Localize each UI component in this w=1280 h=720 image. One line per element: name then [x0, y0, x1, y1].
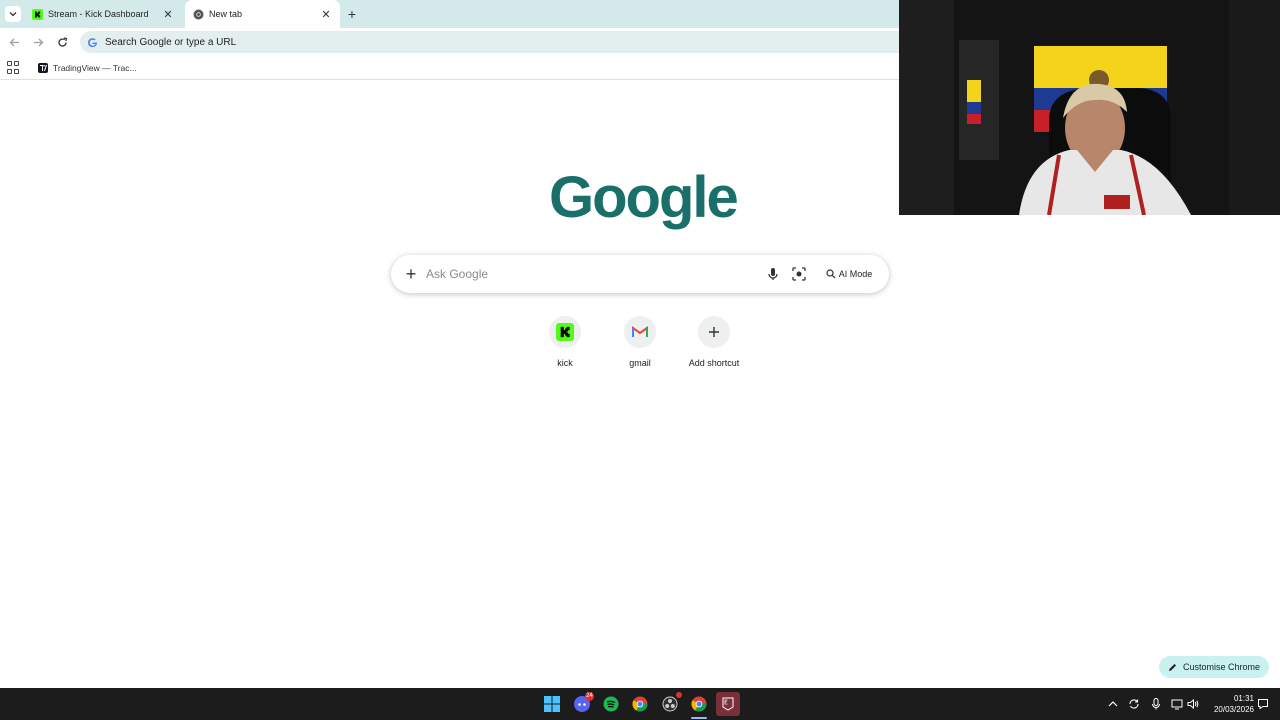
plus-icon: +	[347, 6, 357, 22]
search-input[interactable]	[426, 265, 746, 283]
close-icon[interactable]: ✕	[318, 6, 334, 22]
new-tab-button[interactable]: +	[344, 6, 360, 22]
windows-start-icon[interactable]	[540, 692, 564, 716]
ai-mode-label: AI Mode	[838, 269, 873, 279]
pencil-icon	[1168, 663, 1176, 671]
tab-kick-dashboard[interactable]: Stream - Kick Dashboard ✕	[24, 0, 182, 28]
chevron-up-icon[interactable]	[1106, 697, 1120, 711]
discord-icon[interactable]: 24	[570, 692, 594, 716]
bookmarks-bar: TradingView — Trac...	[0, 56, 899, 80]
webcam-overlay	[899, 0, 1280, 215]
spotify-icon[interactable]	[599, 692, 623, 716]
reload-button[interactable]	[54, 34, 70, 50]
shortcut-label: kick	[557, 358, 573, 368]
omnibox[interactable]: Search Google or type a URL	[80, 31, 899, 53]
plus-icon	[698, 316, 730, 348]
ai-mode-button[interactable]: AI Mode	[819, 263, 879, 285]
kick-favicon	[32, 8, 43, 20]
search-box[interactable]: + AI Mode	[391, 255, 889, 293]
bookmark-tradingview[interactable]: TradingView — Trac...	[38, 60, 137, 76]
active-indicator	[691, 717, 707, 719]
record-dot-icon	[676, 692, 682, 698]
google-logo: Google	[549, 165, 739, 230]
date: 20/03/2026	[1213, 705, 1254, 714]
google-g-icon	[86, 36, 98, 48]
epic-games-icon[interactable]	[716, 692, 740, 716]
tab-strip: Stream - Kick Dashboard ✕ New tab ✕ +	[0, 0, 899, 28]
screen: Stream - Kick Dashboard ✕ New tab ✕ + Se…	[0, 0, 1280, 720]
obs-icon[interactable]	[658, 692, 682, 716]
browser-toolbar: Search Google or type a URL	[0, 28, 899, 56]
microphone-icon[interactable]	[765, 266, 781, 282]
ai-search-icon	[826, 269, 836, 279]
chrome-icon[interactable]	[628, 692, 652, 716]
shortcut-kick[interactable]: kick	[525, 314, 605, 374]
chevron-down-icon	[9, 12, 17, 17]
arrow-right-icon	[33, 38, 43, 46]
forward-button[interactable]	[30, 34, 46, 50]
customise-chrome-button[interactable]: Customise Chrome	[1159, 656, 1269, 678]
tab-title: New tab	[209, 9, 243, 19]
time: 01:31	[1233, 694, 1254, 703]
clock[interactable]: 01:31 20/03/2026	[1206, 693, 1254, 715]
sync-icon[interactable]	[1127, 697, 1141, 711]
chrome-profile-icon[interactable]	[687, 692, 711, 719]
customise-label: Customise Chrome	[1182, 662, 1261, 672]
tab-new-tab[interactable]: New tab ✕	[185, 0, 340, 28]
lens-icon[interactable]	[791, 266, 807, 282]
notification-badge: 24	[585, 692, 594, 701]
volume-icon[interactable]	[1186, 697, 1200, 711]
apps-grid-icon[interactable]	[7, 61, 20, 74]
plus-icon[interactable]: +	[402, 265, 420, 283]
chrome-favicon	[193, 9, 204, 20]
tab-title: Stream - Kick Dashboard	[48, 9, 149, 19]
back-button[interactable]	[6, 34, 22, 50]
gmail-icon	[624, 316, 656, 348]
shortcut-label: Add shortcut	[688, 358, 740, 368]
tradingview-favicon	[38, 63, 48, 73]
omnibox-text: Search Google or type a URL	[105, 36, 237, 48]
bookmark-label: TradingView — Trac...	[53, 63, 137, 73]
kick-icon	[549, 316, 581, 348]
tab-search-button[interactable]	[5, 6, 21, 22]
shortcut-add[interactable]: Add shortcut	[674, 314, 754, 374]
arrow-left-icon	[9, 38, 19, 46]
close-icon[interactable]: ✕	[160, 6, 176, 22]
taskbar: 24 01:31 20/03/2026	[0, 688, 1280, 720]
microphone-icon[interactable]	[1149, 697, 1163, 711]
network-icon[interactable]	[1170, 697, 1184, 711]
shortcut-label: gmail	[629, 358, 651, 368]
notification-icon[interactable]	[1256, 697, 1270, 711]
shortcut-gmail[interactable]: gmail	[600, 314, 680, 374]
reload-icon	[57, 36, 67, 47]
